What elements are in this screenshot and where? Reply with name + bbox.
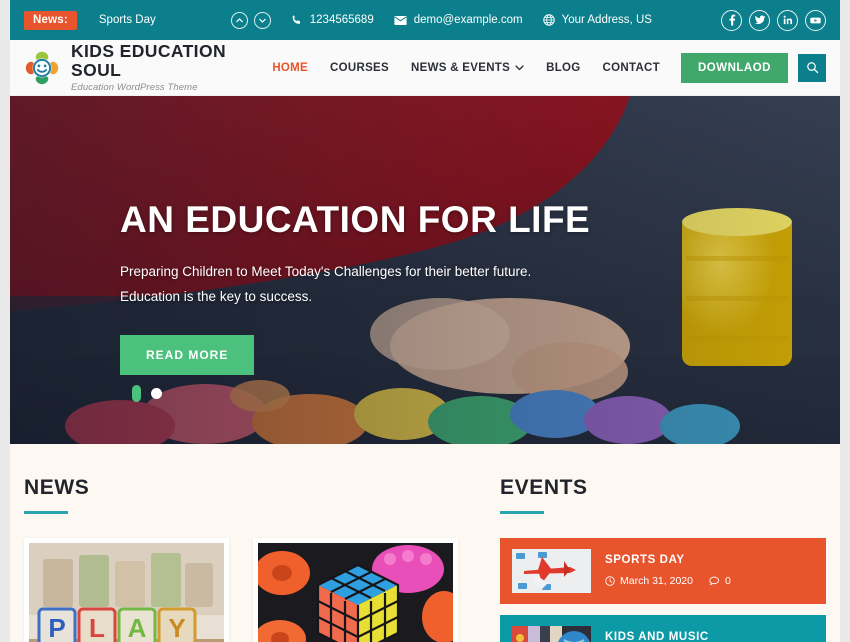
clock-icon (605, 576, 615, 586)
event-card-body: KIDS AND MUSIC March 31, 2020 (605, 631, 731, 642)
hero-subtitle: Preparing Children to Meet Today's Chall… (120, 260, 560, 310)
news-heading-rule (24, 511, 68, 514)
nav-item-contact[interactable]: CONTACT (592, 62, 671, 74)
slider-dot-1[interactable] (132, 385, 141, 402)
search-icon (806, 61, 819, 74)
twitter-icon[interactable] (749, 9, 770, 31)
news-ticker-controls (230, 11, 271, 29)
envelope-icon (394, 15, 407, 26)
event-card-body: SPORTS DAY March 31, 2020 0 (605, 554, 731, 587)
svg-text:P: P (48, 613, 65, 642)
site-header: KIDS EDUCATION SOUL Education WordPress … (10, 40, 840, 96)
events-section: EVENTS SPORTS DAY March 31, 2020 0 KIDS … (500, 476, 826, 642)
news-heading: NEWS (24, 476, 90, 499)
contact-phone[interactable]: 1234565689 (291, 14, 374, 26)
event-thumbnail-airplane (512, 548, 591, 593)
news-badge: News: (24, 10, 77, 30)
event-date: March 31, 2020 (605, 575, 693, 587)
comment-icon (709, 576, 720, 586)
youtube-icon[interactable] (805, 9, 826, 31)
svg-text:A: A (128, 613, 147, 642)
svg-text:Y: Y (168, 613, 185, 642)
pinwheel-smiley-logo-icon (24, 50, 60, 86)
nav-item-contact-label: CONTACT (602, 61, 660, 74)
events-heading-rule (500, 511, 544, 514)
hero-subtitle-line-1: Preparing Children to Meet Today's Chall… (120, 264, 532, 279)
download-button[interactable]: DOWNLAOD (681, 52, 788, 83)
event-thumbnail-music (512, 625, 591, 642)
top-bar: News: Sports Day 1234565689 demo@example… (10, 0, 840, 40)
chevron-down-circle-icon[interactable] (253, 11, 271, 29)
contact-address: Your Address, US (542, 14, 652, 26)
event-card-sports-day[interactable]: SPORTS DAY March 31, 2020 0 (500, 537, 826, 604)
chevron-up-circle-icon[interactable] (230, 11, 248, 29)
events-list: SPORTS DAY March 31, 2020 0 KIDS AND MUS… (500, 537, 826, 642)
slider-dot-2[interactable] (151, 388, 162, 399)
brand-title: KIDS EDUCATION SOUL (71, 40, 226, 80)
contact-email-text: demo@example.com (413, 14, 523, 26)
event-card-kids-and-music[interactable]: KIDS AND MUSIC March 31, 2020 (500, 614, 826, 642)
nav-item-courses[interactable]: COURSES (319, 62, 400, 74)
news-card-thumbnail-cube (258, 542, 453, 642)
hero-title: AN EDUCATION FOR LIFE (120, 199, 591, 240)
contact-phone-text: 1234565689 (309, 14, 374, 26)
content-area: NEWS P L A Y EVENTS SPORTS DAY March 31,… (10, 444, 840, 642)
news-ticker-headline[interactable]: Sports Day (99, 14, 156, 26)
chevron-down-icon (515, 64, 524, 71)
news-card[interactable]: P L A Y (24, 537, 229, 642)
brand-logo[interactable]: KIDS EDUCATION SOUL Education WordPress … (24, 40, 261, 94)
read-more-button[interactable]: READ MORE (120, 334, 255, 375)
nav-item-courses-label: COURSES (330, 61, 389, 74)
search-button[interactable] (798, 53, 826, 82)
nav-item-blog-label: BLOG (546, 61, 581, 74)
brand-subtitle: Education WordPress Theme (71, 82, 198, 94)
nav-item-news-events-label: NEWS & EVENTS (411, 61, 511, 74)
event-comments: 0 (709, 575, 731, 587)
news-card-thumbnail-blocks: P L A Y (29, 542, 224, 642)
social-links (721, 9, 826, 31)
linkedin-icon[interactable] (777, 9, 798, 31)
news-section: NEWS P L A Y (24, 476, 464, 642)
slider-pagination (132, 385, 162, 402)
news-card-grid: P L A Y (24, 537, 464, 642)
news-card[interactable] (253, 537, 458, 642)
brand-text: KIDS EDUCATION SOUL Education WordPress … (71, 40, 261, 94)
event-date-text: March 31, 2020 (620, 575, 693, 587)
hero-subtitle-line-2: Education is the key to success. (120, 288, 313, 304)
event-title: KIDS AND MUSIC (605, 631, 709, 642)
facebook-icon[interactable] (721, 9, 742, 31)
contact-email[interactable]: demo@example.com (394, 14, 523, 26)
nav-item-blog[interactable]: BLOG (535, 62, 591, 74)
hero-content: AN EDUCATION FOR LIFE Preparing Children… (120, 201, 590, 375)
nav-item-news-events[interactable]: NEWS & EVENTS (400, 62, 535, 74)
nav-item-home[interactable]: HOME (261, 62, 319, 74)
main-navigation: HOME COURSES NEWS & EVENTS BLOG CONTACT … (261, 52, 826, 83)
hero-slider: AN EDUCATION FOR LIFE Preparing Children… (10, 96, 840, 444)
event-meta: March 31, 2020 0 (605, 575, 731, 587)
event-comments-count: 0 (724, 575, 731, 587)
globe-icon (542, 14, 555, 26)
contact-address-text: Your Address, US (561, 14, 652, 26)
events-heading: EVENTS (500, 476, 588, 499)
page-container: News: Sports Day 1234565689 demo@example… (10, 0, 840, 642)
phone-icon (291, 14, 303, 26)
svg-text:L: L (89, 613, 105, 642)
nav-item-home-label: HOME (272, 61, 309, 74)
event-title: SPORTS DAY (605, 554, 685, 566)
